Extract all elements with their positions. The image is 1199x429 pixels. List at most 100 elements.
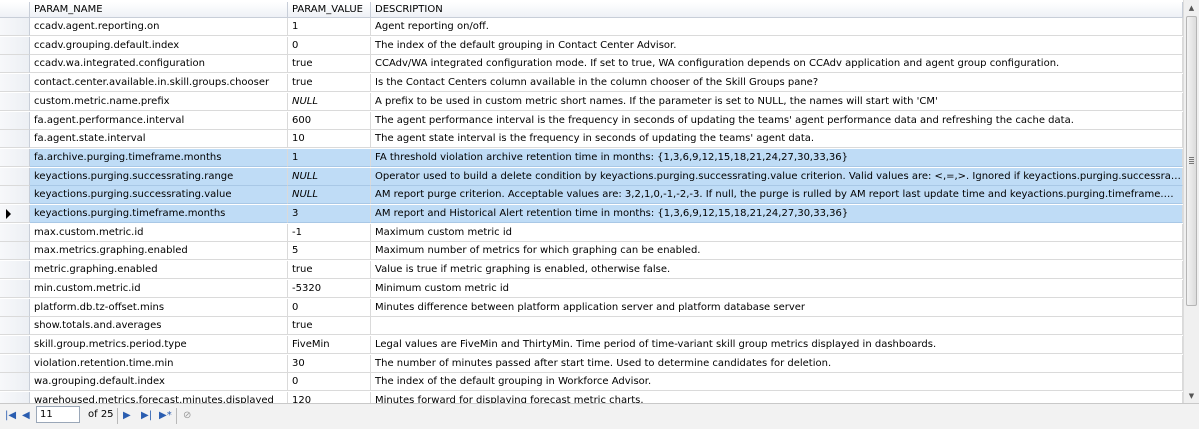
scroll-down-icon[interactable]: ▼ xyxy=(1184,388,1199,403)
row-header[interactable] xyxy=(0,74,30,93)
description-cell[interactable]: A prefix to be used in custom metric sho… xyxy=(371,92,1183,111)
row-header[interactable] xyxy=(0,261,30,280)
table-row[interactable]: wa.grouping.default.index 0 The index of … xyxy=(0,373,1183,392)
results-grid[interactable]: PARAM_NAME PARAM_VALUE DESCRIPTION ccadv… xyxy=(0,0,1183,403)
param-value-cell[interactable]: 1 xyxy=(288,18,371,36)
param-value-cell[interactable]: 600 xyxy=(288,111,371,130)
description-cell[interactable]: Is the Contact Centers column available … xyxy=(371,74,1183,93)
first-record-icon[interactable]: |◀ xyxy=(5,409,16,423)
vertical-scrollbar[interactable]: ▲ ▼ xyxy=(1183,0,1199,403)
param-name-cell[interactable]: wa.grouping.default.index xyxy=(30,373,288,392)
description-cell[interactable]: Maximum number of metrics for which grap… xyxy=(371,242,1183,261)
param-name-cell[interactable]: warehoused.metrics.forecast.minutes.disp… xyxy=(30,392,288,403)
param-name-cell[interactable]: keyactions.purging.timeframe.months xyxy=(30,205,288,223)
description-cell[interactable]: Operator used to build a delete conditio… xyxy=(371,167,1183,186)
row-header[interactable] xyxy=(0,317,30,336)
row-header[interactable] xyxy=(0,223,30,242)
param-value-cell[interactable]: NULL xyxy=(288,167,371,186)
param-value-cell[interactable]: true xyxy=(288,261,371,280)
description-cell[interactable]: AM report purge criterion. Acceptable va… xyxy=(371,186,1183,205)
row-header[interactable] xyxy=(0,335,30,354)
table-row[interactable]: ccadv.wa.integrated.configuration true CC… xyxy=(0,55,1183,74)
row-header[interactable] xyxy=(0,392,30,403)
param-name-cell[interactable]: ccadv.agent.reporting.on xyxy=(30,18,288,36)
param-name-cell[interactable]: show.totals.and.averages xyxy=(30,317,288,336)
description-cell[interactable]: The index of the default grouping in Wor… xyxy=(371,373,1183,392)
param-name-cell[interactable]: custom.metric.name.prefix xyxy=(30,92,288,111)
param-name-cell[interactable]: ccadv.grouping.default.index xyxy=(30,36,288,55)
description-cell[interactable]: Legal values are FiveMin and ThirtyMin. … xyxy=(371,335,1183,354)
row-header[interactable] xyxy=(0,55,30,74)
param-value-cell[interactable]: 5 xyxy=(288,242,371,261)
table-row[interactable]: show.totals.and.averages true xyxy=(0,317,1183,336)
param-value-cell[interactable]: 3 xyxy=(288,205,371,223)
previous-record-icon[interactable]: ◀ xyxy=(22,409,30,423)
row-header[interactable] xyxy=(0,36,30,55)
description-cell[interactable]: Agent reporting on/off. xyxy=(371,18,1183,36)
row-header[interactable] xyxy=(0,167,30,186)
description-cell[interactable]: The index of the default grouping in Con… xyxy=(371,36,1183,55)
param-name-cell[interactable]: fa.agent.state.interval xyxy=(30,130,288,149)
cancel-icon[interactable]: ⊘ xyxy=(183,409,191,423)
next-record-icon[interactable]: ▶ xyxy=(123,409,131,423)
param-value-cell[interactable]: 10 xyxy=(288,130,371,149)
last-record-icon[interactable]: ▶| xyxy=(141,409,152,423)
table-row[interactable]: fa.agent.performance.interval 600 The agen… xyxy=(0,111,1183,130)
description-cell[interactable]: The agent state interval is the frequenc… xyxy=(371,130,1183,149)
param-value-cell[interactable]: 0 xyxy=(288,298,371,317)
row-header[interactable] xyxy=(0,18,30,36)
table-row[interactable]: skill.group.metrics.period.type FiveMin Le… xyxy=(0,335,1183,354)
current-record-input[interactable]: 11 xyxy=(36,406,80,423)
table-row[interactable]: keyactions.purging.successrating.range NU… xyxy=(0,167,1183,186)
param-value-cell[interactable]: 30 xyxy=(288,354,371,373)
table-row[interactable]: platform.db.tz-offset.mins 0 Minutes diffe… xyxy=(0,298,1183,317)
param-name-cell[interactable]: metric.graphing.enabled xyxy=(30,261,288,280)
table-row[interactable]: fa.agent.state.interval 10 The agent state… xyxy=(0,130,1183,149)
param-value-cell[interactable]: 120 xyxy=(288,392,371,403)
param-value-cell[interactable]: -5320 xyxy=(288,279,371,298)
param-name-cell[interactable]: fa.archive.purging.timeframe.months xyxy=(30,148,288,167)
table-row[interactable]: ccadv.grouping.default.index 0 The index … xyxy=(0,36,1183,55)
description-cell[interactable] xyxy=(371,317,1183,336)
new-record-icon[interactable]: ▶* xyxy=(159,409,172,423)
param-name-cell[interactable]: fa.agent.performance.interval xyxy=(30,111,288,130)
param-value-cell[interactable]: 1 xyxy=(288,148,371,167)
row-header[interactable] xyxy=(0,373,30,392)
param-name-cell[interactable]: max.metrics.graphing.enabled xyxy=(30,242,288,261)
description-cell[interactable]: The number of minutes passed after start… xyxy=(371,354,1183,373)
column-header-description[interactable]: DESCRIPTION xyxy=(371,2,1183,18)
table-row[interactable]: ccadv.agent.reporting.on 1 Agent reporting… xyxy=(0,18,1183,36)
description-cell[interactable]: Value is true if metric graphing is enab… xyxy=(371,261,1183,280)
row-header[interactable] xyxy=(0,111,30,130)
param-name-cell[interactable]: violation.retention.time.min xyxy=(30,354,288,373)
description-cell[interactable]: FA threshold violation archive retention… xyxy=(371,148,1183,167)
column-header-param-value[interactable]: PARAM_VALUE xyxy=(288,2,371,18)
row-header[interactable] xyxy=(0,242,30,261)
param-name-cell[interactable]: platform.db.tz-offset.mins xyxy=(30,298,288,317)
table-row[interactable]: max.metrics.graphing.enabled 5 Maximum num… xyxy=(0,242,1183,261)
table-row[interactable]: contact.center.available.in.skill.groups… xyxy=(0,74,1183,93)
table-row[interactable]: warehoused.metrics.forecast.minutes.disp… xyxy=(0,392,1183,403)
param-value-cell[interactable]: -1 xyxy=(288,223,371,242)
table-row[interactable]: keyactions.purging.successrating.value NU… xyxy=(0,186,1183,205)
param-name-cell[interactable]: skill.group.metrics.period.type xyxy=(30,335,288,354)
param-name-cell[interactable]: min.custom.metric.id xyxy=(30,279,288,298)
row-header[interactable] xyxy=(0,279,30,298)
row-header[interactable] xyxy=(0,298,30,317)
param-value-cell[interactable]: NULL xyxy=(288,92,371,111)
description-cell[interactable]: The agent performance interval is the fr… xyxy=(371,111,1183,130)
param-name-cell[interactable]: keyactions.purging.successrating.value xyxy=(30,186,288,205)
table-row[interactable]: metric.graphing.enabled true Value is true… xyxy=(0,261,1183,280)
scroll-thumb[interactable] xyxy=(1186,16,1197,306)
description-cell[interactable]: Minutes difference between platform appl… xyxy=(371,298,1183,317)
table-row[interactable]: violation.retention.time.min 30 The number… xyxy=(0,354,1183,373)
scroll-up-icon[interactable]: ▲ xyxy=(1184,0,1199,15)
param-value-cell[interactable]: NULL xyxy=(288,186,371,205)
row-header[interactable] xyxy=(0,92,30,111)
table-row[interactable]: min.custom.metric.id -5320 Minimum custom … xyxy=(0,279,1183,298)
row-header[interactable] xyxy=(0,148,30,167)
description-cell[interactable]: Maximum custom metric id xyxy=(371,223,1183,242)
description-cell[interactable]: Minimum custom metric id xyxy=(371,279,1183,298)
table-row[interactable]: max.custom.metric.id -1 Maximum custom met… xyxy=(0,223,1183,242)
table-row[interactable]: keyactions.purging.timeframe.months 3 AM r… xyxy=(0,205,1183,223)
